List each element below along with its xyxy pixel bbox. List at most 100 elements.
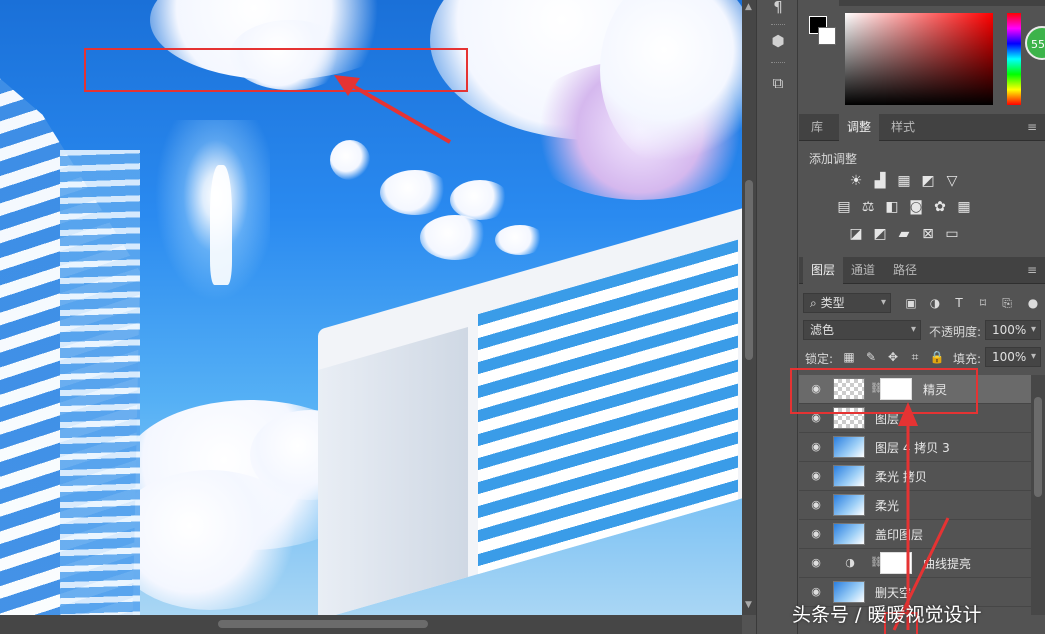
layer-thumbnail	[833, 436, 865, 458]
color-field[interactable]	[845, 13, 993, 105]
layer-thumbnail	[833, 523, 865, 545]
lock-label: 锁定:	[805, 352, 834, 366]
layer-thumbnail	[833, 494, 865, 516]
exposure-icon[interactable]: ◩	[919, 172, 937, 190]
opacity-value: 100%	[992, 323, 1027, 337]
cloud	[450, 180, 510, 220]
vibrance-icon[interactable]: ▽	[943, 172, 961, 190]
watermark-text: 头条号 / 暖暖视觉设计	[792, 604, 982, 626]
posterize-icon[interactable]: ◩	[871, 225, 889, 243]
smart-object-filter-icon[interactable]: ⎘	[999, 295, 1015, 311]
eye-icon[interactable]: ◉	[809, 499, 823, 511]
building-right-slats	[478, 239, 738, 575]
tab-adjustments[interactable]: 调整	[839, 114, 880, 141]
tab-library[interactable]: 库	[803, 114, 831, 141]
add-adjustment-title: 添加调整	[809, 152, 858, 166]
eye-icon[interactable]: ◉	[809, 528, 823, 540]
hue-slider[interactable]	[1007, 13, 1021, 105]
panel-tool-strip: ¶ ⬢ ⧉	[756, 0, 798, 634]
lock-artboard-icon[interactable]: ⌗	[907, 349, 923, 365]
fill-input[interactable]: 100% ▾	[985, 347, 1041, 367]
cloud	[380, 170, 450, 215]
chevron-down-icon: ▾	[1030, 351, 1036, 362]
blend-mode-row: 滤色 ▾ 不透明度: 100% ▾	[799, 317, 1045, 343]
adjustment-filter-icon[interactable]: ◑	[927, 295, 943, 311]
hue-saturation-icon[interactable]: ▤	[835, 198, 853, 216]
panel-top-bar	[839, 0, 1045, 6]
channel-mixer-icon[interactable]: ✿	[931, 198, 949, 216]
document-canvas[interactable]	[0, 0, 742, 615]
tab-paths[interactable]: 路径	[885, 257, 925, 284]
canvas-vertical-scrollbar[interactable]: ▲ ▼	[742, 0, 756, 615]
divider	[771, 24, 785, 26]
scroll-down-icon[interactable]: ▼	[745, 600, 752, 610]
image-filter-icon[interactable]: ▣	[903, 295, 919, 311]
scrollbar-thumb[interactable]	[218, 620, 428, 628]
layer-filter-dropdown[interactable]: ⌕ 类型 ▾	[803, 293, 891, 313]
black-white-icon[interactable]: ◧	[883, 198, 901, 216]
curves-adjustment-icon: ◑	[845, 556, 855, 569]
opacity-input[interactable]: 100% ▾	[985, 320, 1041, 340]
panel-menu-icon[interactable]: ≡	[1027, 264, 1039, 276]
opacity-label: 不透明度:	[929, 325, 982, 339]
building-right	[318, 206, 742, 615]
paragraph-icon[interactable]: ¶	[767, 0, 789, 18]
background-color-swatch[interactable]	[818, 27, 836, 45]
divider	[771, 62, 785, 64]
fill-label: 填充:	[953, 352, 982, 366]
scrollbar-thumb[interactable]	[1034, 397, 1042, 497]
selective-color-icon[interactable]: ⊠	[919, 225, 937, 243]
fairy-figure	[210, 165, 232, 285]
invert-icon[interactable]: ◪	[847, 225, 865, 243]
gradient-map-icon[interactable]: ▭	[943, 225, 961, 243]
eye-icon[interactable]: ◉	[809, 557, 823, 569]
layer-thumbnail	[833, 465, 865, 487]
annotation-arrow-canvas	[334, 75, 451, 144]
panel-menu-icon[interactable]: ≡	[1027, 121, 1039, 133]
color-balance-icon[interactable]: ⚖	[859, 198, 877, 216]
lock-transparent-icon[interactable]: ▦	[841, 349, 857, 365]
building-right-side	[318, 326, 468, 615]
transform-icon[interactable]: ⧉	[767, 72, 789, 94]
chevron-down-icon: ▾	[910, 324, 916, 335]
adjustments-tab-bar: 库 调整 样式 ≡	[799, 114, 1045, 141]
tab-layers[interactable]: 图层	[803, 257, 844, 284]
fill-value: 100%	[992, 350, 1027, 364]
type-filter-icon[interactable]: T	[951, 295, 967, 311]
tab-styles[interactable]: 样式	[883, 114, 923, 141]
search-icon: ⌕	[810, 296, 817, 310]
chevron-down-icon: ▾	[1030, 324, 1036, 335]
lock-paint-icon[interactable]: ✎	[863, 349, 879, 365]
canvas-horizontal-scrollbar[interactable]	[0, 615, 742, 634]
curves-icon[interactable]: ▦	[895, 172, 913, 190]
tab-channels[interactable]: 通道	[843, 257, 883, 284]
shape-filter-icon[interactable]: ⌑	[975, 295, 991, 311]
photo-filter-icon[interactable]: ◙	[907, 198, 925, 216]
brightness-icon[interactable]: ☀	[847, 172, 865, 190]
cloud	[420, 215, 490, 260]
cloud	[495, 225, 545, 255]
building-left-face	[60, 150, 140, 615]
layers-tab-bar: 图层 通道 路径 ≡	[799, 257, 1045, 284]
eye-icon[interactable]: ◉	[809, 441, 823, 453]
scroll-up-icon[interactable]: ▲	[745, 2, 752, 12]
threshold-icon[interactable]: ▰	[895, 225, 913, 243]
eye-icon[interactable]: ◉	[809, 470, 823, 482]
chevron-down-icon: ▾	[880, 297, 886, 308]
blend-mode-dropdown[interactable]: 滤色 ▾	[803, 320, 921, 340]
notification-badge: 55	[1025, 26, 1045, 60]
layer-filter-row: ⌕ 类型 ▾ ▣ ◑ T ⌑ ⎘ ●	[799, 290, 1045, 316]
eye-icon[interactable]: ◉	[809, 586, 823, 598]
3d-cube-icon[interactable]: ⬢	[767, 30, 789, 52]
lock-position-icon[interactable]: ✥	[885, 349, 901, 365]
link-icon[interactable]: ⛓	[870, 557, 883, 569]
color-lookup-icon[interactable]: ▦	[955, 198, 973, 216]
filter-toggle-icon[interactable]: ●	[1025, 295, 1041, 311]
scrollbar-thumb[interactable]	[745, 180, 753, 360]
filter-type-label: 类型	[820, 296, 845, 310]
blend-mode-value: 滤色	[810, 323, 835, 337]
layer-list-scrollbar[interactable]	[1031, 375, 1045, 615]
lock-all-icon[interactable]: 🔒	[929, 349, 945, 365]
levels-icon[interactable]: ▟	[871, 172, 889, 190]
lock-row: 锁定: ▦ ✎ ✥ ⌗ 🔒 填充: 100% ▾	[799, 344, 1045, 370]
